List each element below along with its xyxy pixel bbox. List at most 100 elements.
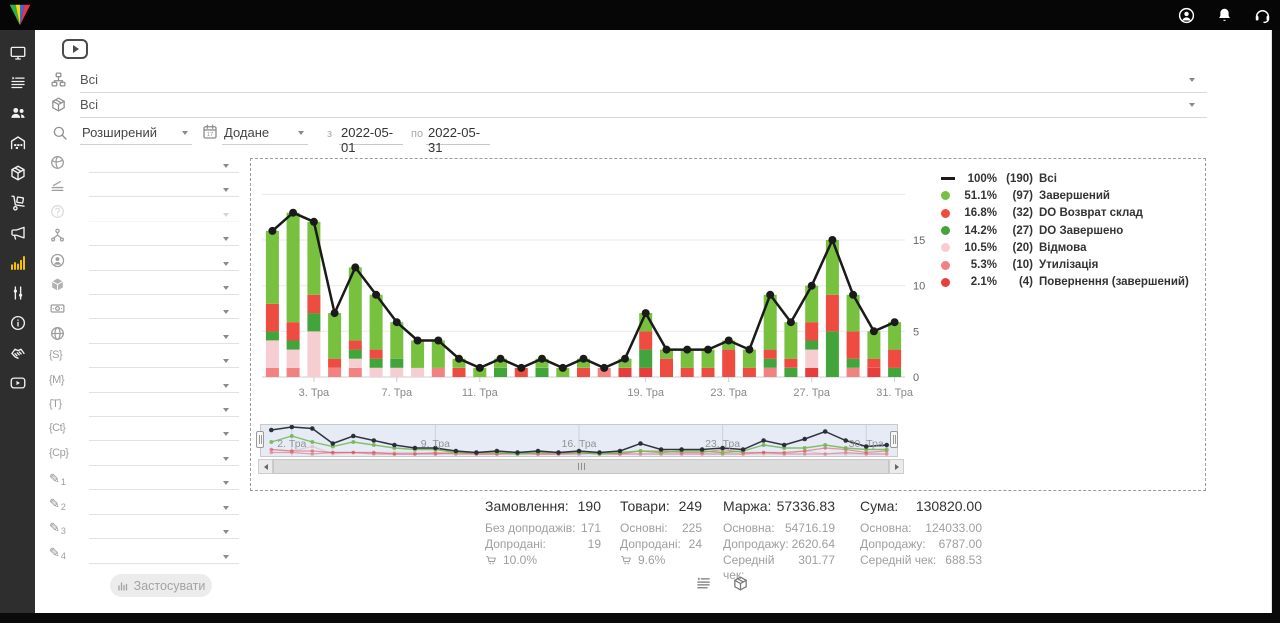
chevron-down-icon[interactable]	[223, 506, 229, 510]
navigator-left-handle[interactable]	[256, 431, 264, 448]
filter-row-token-s[interactable]: {S}	[49, 347, 239, 371]
sidebar-item-orders-list-icon[interactable]	[0, 68, 35, 98]
category-filter-value[interactable]: Всі	[80, 72, 98, 87]
apply-button-label: Застосувати	[134, 579, 206, 593]
sidebar-item-package-icon[interactable]	[0, 158, 35, 188]
stat-column: Товари:249Основні:225Допродані:249.6%	[620, 498, 702, 568]
stat-sub-value: 225	[682, 521, 702, 537]
legend-item[interactable]: 14.2%(27)DO Завершено	[941, 222, 1203, 239]
filter-row-pencil-4[interactable]: ✎4	[49, 543, 239, 567]
sidebar-item-desktop-icon[interactable]	[0, 38, 35, 68]
chevron-down-icon[interactable]	[1189, 78, 1195, 82]
chevron-down-icon[interactable]	[223, 213, 229, 217]
scroll-left-button[interactable]	[258, 459, 273, 474]
legend-item[interactable]: 5.3%(10)Утилізація	[941, 256, 1203, 273]
apply-button[interactable]: Застосувати	[110, 574, 212, 597]
chevron-down-icon[interactable]	[223, 408, 229, 412]
date-to-value: 2022-05-31	[428, 125, 490, 155]
chevron-down-icon[interactable]	[223, 530, 229, 534]
filter-row-pencil-2[interactable]: ✎2	[49, 494, 239, 518]
chevron-down-icon[interactable]	[223, 262, 229, 266]
scroll-right-button[interactable]	[889, 459, 904, 474]
chevron-down-icon[interactable]	[223, 432, 229, 436]
chevron-down-icon[interactable]	[223, 359, 229, 363]
scrollbar-thumb[interactable]	[273, 459, 889, 474]
sidebar-item-trolley-icon[interactable]	[0, 188, 35, 218]
chevron-down-icon[interactable]	[1189, 103, 1195, 107]
sidebar-item-video-tutorial-icon[interactable]	[0, 368, 35, 398]
legend-item[interactable]: 10.5%(20)Відмова	[941, 239, 1203, 256]
search-icon	[51, 124, 69, 142]
filter-row-pencil-1[interactable]: ✎1	[49, 469, 239, 493]
date-field-select[interactable]: Додане	[222, 122, 308, 145]
legend-percent: 2.1%	[958, 276, 997, 288]
support-headset-icon[interactable]	[1253, 6, 1272, 25]
token-cp-icon: {Cp}	[49, 447, 68, 459]
products-cube-toggle-icon[interactable]	[732, 575, 750, 593]
svg-text:9. Тра: 9. Тра	[421, 438, 450, 450]
chevron-down-icon[interactable]	[223, 237, 229, 241]
info-icon	[9, 314, 27, 332]
date-from-input[interactable]: 2022-05-01	[339, 122, 403, 145]
stat-sub-label: Допродажу:	[723, 537, 789, 553]
sidebar-item-analytics-bars-icon[interactable]	[0, 248, 35, 278]
video-help-button[interactable]	[62, 39, 88, 59]
filter-row-cube[interactable]	[49, 274, 239, 298]
filter-row-token-m[interactable]: {M}	[49, 372, 239, 396]
level-ruler-icon	[49, 178, 66, 195]
legend-item[interactable]: 100%(190)Всі	[941, 170, 1203, 187]
category-filter-row[interactable]: Всі	[49, 70, 1207, 91]
date-to-input[interactable]: 2022-05-31	[426, 122, 490, 145]
sidebar-item-megaphone-icon[interactable]	[0, 218, 35, 248]
hierarchy-icon	[49, 227, 66, 244]
chevron-down-icon[interactable]	[223, 457, 229, 461]
chevron-down-icon[interactable]	[223, 310, 229, 314]
chevron-down-icon[interactable]	[223, 286, 229, 290]
legend-count: (27)	[997, 225, 1033, 237]
chevron-down-icon[interactable]	[223, 188, 229, 192]
product-filter-value[interactable]: Всі	[80, 97, 98, 112]
sidebar-item-handshake-icon[interactable]	[0, 338, 35, 368]
filter-row-question-circle[interactable]	[49, 201, 239, 225]
stat-value: 130820.00	[916, 498, 982, 514]
filter-row-user-circle[interactable]	[49, 250, 239, 274]
filter-row-token-cp[interactable]: {Cp}	[49, 445, 239, 469]
filter-row-globe-grid[interactable]	[49, 323, 239, 347]
chevron-down-icon[interactable]	[223, 335, 229, 339]
topbar	[0, 0, 1280, 30]
play-icon	[73, 45, 79, 53]
filter-row-level-ruler[interactable]	[49, 176, 239, 200]
sidebar-item-warehouse-icon[interactable]	[0, 128, 35, 158]
filter-row-globe-sphere[interactable]	[49, 152, 239, 176]
filter-row-hierarchy[interactable]	[49, 225, 239, 249]
notifications-bell-icon[interactable]	[1215, 6, 1234, 25]
sidebar-item-users-icon[interactable]	[0, 98, 35, 128]
brand-logo[interactable]	[7, 2, 33, 28]
product-filter-row[interactable]: Всі	[49, 95, 1207, 116]
legend-item[interactable]: 51.1%(97)Завершений	[941, 187, 1203, 204]
chevron-down-icon[interactable]	[223, 555, 229, 559]
sidebar-item-info-icon[interactable]	[0, 308, 35, 338]
navigator-right-handle[interactable]	[890, 431, 898, 448]
orders-list-toggle-icon[interactable]	[695, 575, 713, 593]
filter-row-token-ct[interactable]: {Ct}	[49, 420, 239, 444]
legend-item[interactable]: 2.1%(4)Повернення (завершений)	[941, 274, 1203, 291]
search-mode-select[interactable]: Розширений	[80, 122, 192, 145]
orders-chart[interactable]: 0510153. Тра7. Тра11. Тра19. Тра23. Тра2…	[253, 164, 933, 404]
legend-count: (32)	[997, 207, 1033, 219]
chevron-down-icon[interactable]	[223, 481, 229, 485]
filter-row-token-t[interactable]: {T}	[49, 396, 239, 420]
filter-row-pencil-3[interactable]: ✎3	[49, 518, 239, 542]
legend-dot-marker	[941, 261, 950, 270]
legend-percent: 51.1%	[958, 190, 997, 202]
user-account-icon[interactable]	[1177, 6, 1196, 25]
filter-row-banknote[interactable]	[49, 298, 239, 322]
legend-item[interactable]: 16.8%(32)DO Возврат склад	[941, 205, 1203, 222]
chart-navigator[interactable]: 2. Тра9. Тра16. Тра23. Тра30. Тра	[260, 424, 898, 457]
chevron-down-icon[interactable]	[223, 384, 229, 388]
pencil-2-icon: ✎	[49, 496, 60, 512]
sidebar-item-sliders-icon[interactable]	[0, 278, 35, 308]
svg-text:11. Тра: 11. Тра	[462, 387, 499, 399]
user-account-icon	[1177, 6, 1196, 25]
chevron-down-icon[interactable]	[223, 164, 229, 168]
